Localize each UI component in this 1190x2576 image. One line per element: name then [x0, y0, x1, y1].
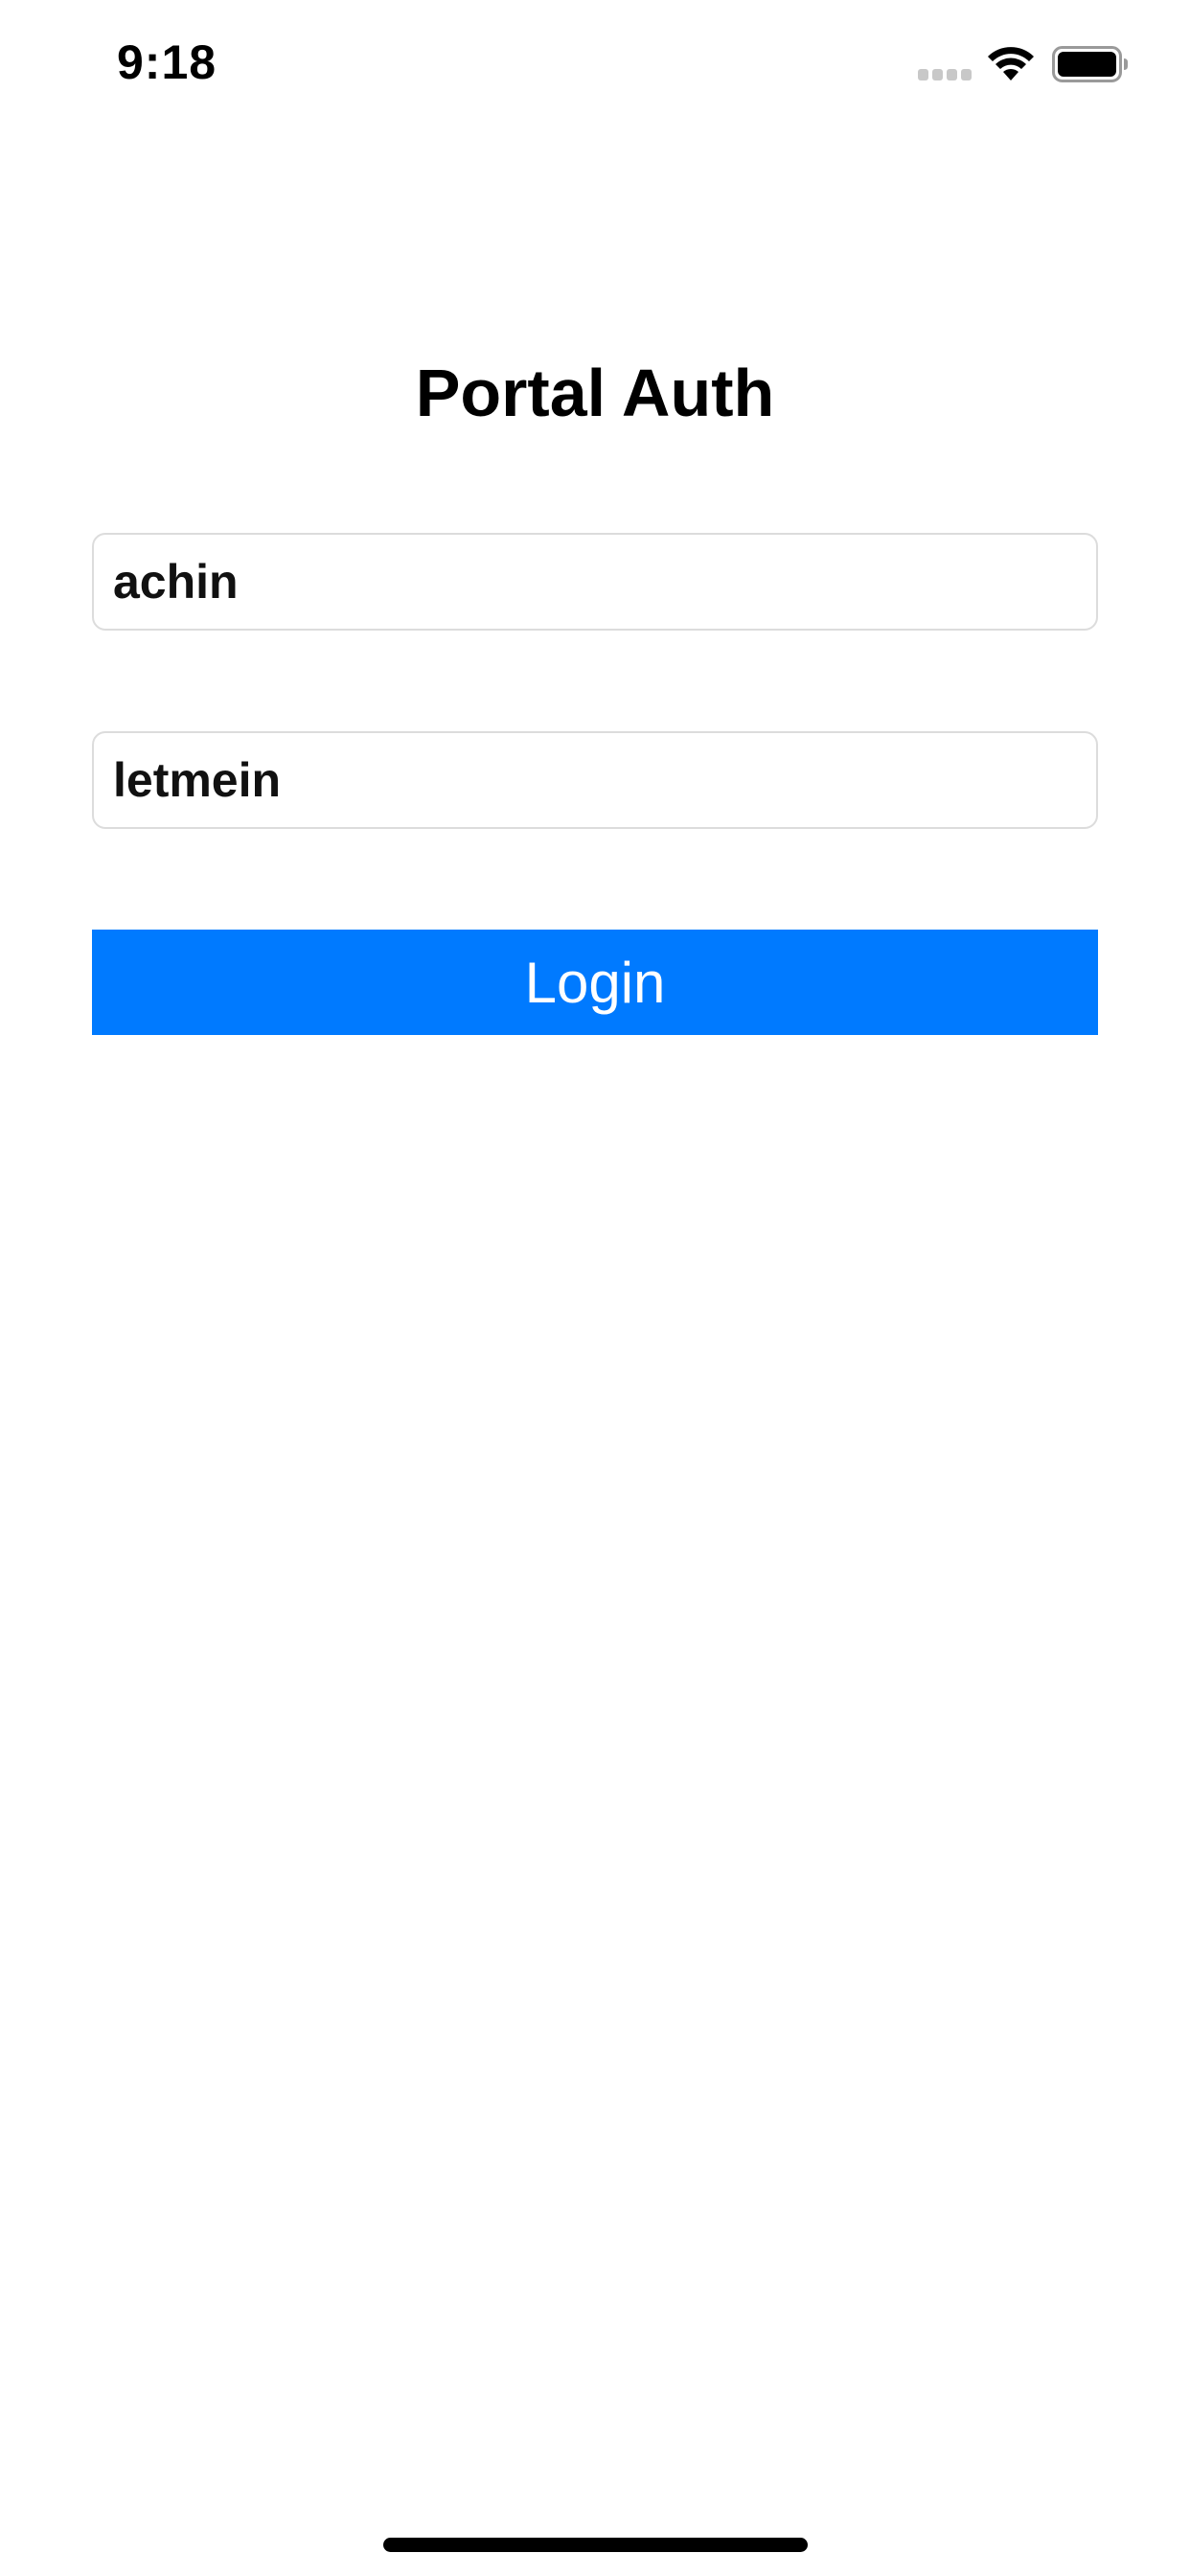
wifi-icon — [988, 47, 1034, 80]
password-input[interactable] — [113, 752, 1096, 808]
username-field[interactable] — [92, 533, 1098, 631]
status-time: 9:18 — [117, 35, 217, 89]
home-indicator[interactable] — [383, 2538, 808, 2552]
username-input[interactable] — [113, 554, 1096, 610]
login-button[interactable]: Login — [92, 930, 1098, 1035]
status-bar: 9:18 — [0, 0, 1190, 126]
page-title: Portal Auth — [415, 356, 775, 430]
password-field[interactable] — [92, 731, 1098, 829]
cellular-signal-icon — [918, 69, 972, 80]
battery-icon — [1052, 46, 1128, 82]
